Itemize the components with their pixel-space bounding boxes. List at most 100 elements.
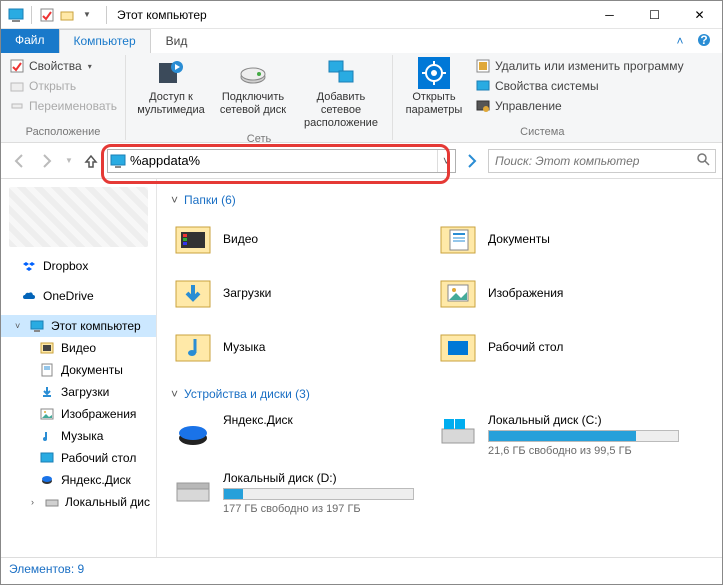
folder-documents[interactable]: Документы bbox=[436, 217, 681, 261]
drives-section-header[interactable]: ˅Устройства и диски (3) bbox=[171, 387, 708, 401]
sidebar-item-documents[interactable]: Документы bbox=[1, 359, 156, 381]
sidebar-item-thispc[interactable]: ˅Этот компьютер bbox=[1, 315, 156, 337]
system-properties-button[interactable]: Свойства системы bbox=[473, 77, 686, 95]
open-icon bbox=[9, 78, 25, 94]
drive-icon bbox=[237, 57, 269, 89]
folder-music[interactable]: Музыка bbox=[171, 325, 416, 369]
expand-icon[interactable]: › bbox=[31, 497, 38, 507]
folder-desktop[interactable]: Рабочий стол bbox=[436, 325, 681, 369]
back-button[interactable] bbox=[7, 149, 31, 173]
sidebar-item-downloads[interactable]: Загрузки bbox=[1, 381, 156, 403]
computer-icon bbox=[108, 153, 128, 169]
qat-newfolder-icon[interactable] bbox=[58, 6, 76, 24]
documents-folder-icon bbox=[438, 219, 478, 259]
open-settings-button[interactable]: Открыть параметры bbox=[399, 55, 469, 117]
blurred-region bbox=[9, 187, 148, 247]
app-icon bbox=[7, 6, 25, 24]
ribbon-tabs: Файл Компьютер Вид ˄ ? bbox=[1, 29, 722, 53]
navigation-bar: ▼ ˅ bbox=[1, 143, 722, 179]
maximize-button[interactable]: ☐ bbox=[632, 1, 677, 29]
ribbon-group-location: Свойства▾ Открыть Переименовать Располож… bbox=[1, 55, 126, 140]
close-button[interactable]: ✕ bbox=[677, 1, 722, 29]
add-network-location-button[interactable]: Добавить сетевое расположение bbox=[296, 55, 386, 131]
music-folder-icon bbox=[173, 327, 213, 367]
sidebar-item-video[interactable]: Видео bbox=[1, 337, 156, 359]
separator bbox=[106, 6, 107, 24]
drive-yadisk[interactable]: Яндекс.Диск bbox=[171, 411, 416, 459]
search-input[interactable] bbox=[489, 154, 691, 168]
music-icon bbox=[39, 428, 55, 444]
uninstall-icon bbox=[475, 58, 491, 74]
forward-button[interactable] bbox=[35, 149, 59, 173]
map-drive-button[interactable]: Подключить сетевой диск bbox=[214, 55, 292, 117]
go-button[interactable] bbox=[460, 149, 484, 173]
drive-d-capacity-bar bbox=[223, 488, 414, 500]
sidebar-item-music[interactable]: Музыка bbox=[1, 425, 156, 447]
title-bar: ▼ Этот компьютер ─ ☐ ✕ bbox=[1, 1, 722, 29]
ribbon: Свойства▾ Открыть Переименовать Располож… bbox=[1, 53, 722, 143]
qat-dropdown-icon[interactable]: ▼ bbox=[78, 6, 96, 24]
separator bbox=[31, 6, 32, 24]
settings-icon bbox=[418, 57, 450, 89]
system-properties-icon bbox=[475, 78, 491, 94]
address-input[interactable] bbox=[128, 153, 437, 168]
status-bar: Элементов: 9 bbox=[1, 557, 722, 579]
drive-c-capacity-bar bbox=[488, 430, 679, 442]
content-pane: ˅Папки (6) Видео Документы Загрузки Изоб… bbox=[157, 179, 722, 557]
drive-d[interactable]: Локальный диск (D:) 177 ГБ свободно из 1… bbox=[171, 469, 416, 517]
folder-pictures[interactable]: Изображения bbox=[436, 271, 681, 315]
help-icon[interactable]: ? bbox=[694, 33, 714, 50]
sidebar-item-yadisk[interactable]: Яндекс.Диск bbox=[1, 469, 156, 491]
tab-file[interactable]: Файл bbox=[1, 29, 59, 53]
window-title: Этот компьютер bbox=[111, 8, 587, 22]
video-icon bbox=[39, 340, 55, 356]
uninstall-button[interactable]: Удалить или изменить программу bbox=[473, 57, 686, 75]
open-button[interactable]: Открыть bbox=[7, 77, 119, 95]
sidebar-item-pictures[interactable]: Изображения bbox=[1, 403, 156, 425]
disk-icon bbox=[44, 494, 59, 510]
folder-downloads[interactable]: Загрузки bbox=[171, 271, 416, 315]
tab-computer[interactable]: Компьютер bbox=[59, 29, 151, 53]
properties-button[interactable]: Свойства▾ bbox=[7, 57, 119, 75]
pictures-folder-icon bbox=[438, 273, 478, 313]
address-bar[interactable]: ˅ bbox=[107, 149, 456, 173]
minimize-button[interactable]: ─ bbox=[587, 1, 632, 29]
folders-section-header[interactable]: ˅Папки (6) bbox=[171, 193, 708, 207]
ribbon-group-network: Доступ к мультимедиа Подключить сетевой … bbox=[126, 55, 393, 140]
dropbox-icon bbox=[21, 258, 37, 274]
desktop-icon bbox=[39, 450, 55, 466]
downloads-folder-icon bbox=[173, 273, 213, 313]
ribbon-group-system: Открыть параметры Удалить или изменить п… bbox=[393, 55, 692, 140]
computer-icon bbox=[29, 318, 45, 334]
video-folder-icon bbox=[173, 219, 213, 259]
qat-properties-icon[interactable] bbox=[38, 6, 56, 24]
up-button[interactable] bbox=[79, 149, 103, 173]
yadisk-drive-icon bbox=[173, 413, 213, 453]
disk-d-icon bbox=[173, 471, 213, 511]
properties-icon bbox=[9, 58, 25, 74]
folder-video[interactable]: Видео bbox=[171, 217, 416, 261]
downloads-icon bbox=[39, 384, 55, 400]
rename-button[interactable]: Переименовать bbox=[7, 97, 119, 115]
search-icon[interactable] bbox=[691, 152, 715, 169]
manage-button[interactable]: Управление bbox=[473, 97, 686, 115]
sidebar-item-dropbox[interactable]: Dropbox bbox=[1, 255, 156, 277]
sidebar-item-desktop[interactable]: Рабочий стол bbox=[1, 447, 156, 469]
tab-view[interactable]: Вид bbox=[151, 29, 203, 53]
item-count: Элементов: 9 bbox=[9, 562, 84, 576]
media-icon bbox=[155, 57, 187, 89]
drive-c[interactable]: Локальный диск (C:) 21,6 ГБ свободно из … bbox=[436, 411, 681, 459]
chevron-down-icon: ˅ bbox=[171, 387, 178, 401]
search-box[interactable] bbox=[488, 149, 716, 173]
manage-icon bbox=[475, 98, 491, 114]
sidebar-item-onedrive[interactable]: OneDrive bbox=[1, 285, 156, 307]
desktop-folder-icon bbox=[438, 327, 478, 367]
recent-dropdown[interactable]: ▼ bbox=[63, 149, 75, 173]
sidebar-item-localdisk[interactable]: ›Локальный дис bbox=[1, 491, 156, 513]
address-dropdown-icon[interactable]: ˅ bbox=[437, 150, 455, 172]
ribbon-collapse-icon[interactable]: ˄ bbox=[670, 34, 690, 48]
media-access-button[interactable]: Доступ к мультимедиа bbox=[132, 55, 210, 117]
expand-icon[interactable]: ˅ bbox=[15, 321, 23, 331]
yadisk-icon bbox=[39, 472, 55, 488]
onedrive-icon bbox=[21, 288, 37, 304]
